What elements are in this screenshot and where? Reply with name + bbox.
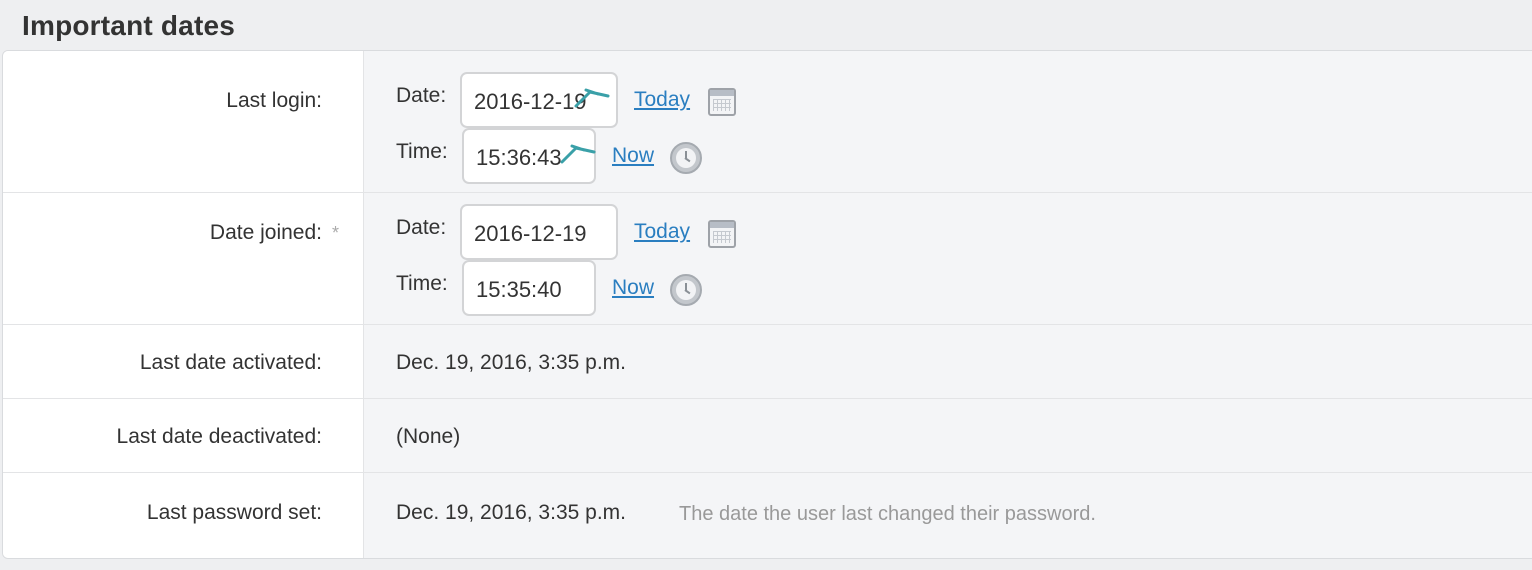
last-password-set-label: Last password set:: [146, 501, 322, 524]
required-marker: *: [332, 223, 340, 243]
date-label: Date:: [396, 216, 447, 239]
calendar-icon[interactable]: [708, 220, 736, 248]
time-label: Time:: [396, 272, 448, 295]
now-link[interactable]: Now: [612, 144, 654, 168]
date-label: Date:: [396, 84, 447, 107]
date-joined-date-line: Date: 2016-12-19 Today: [396, 204, 796, 260]
last-login-time-line: Time: 15:36:43 Now: [396, 128, 796, 184]
row-last-login: Last login: Date: 2016-12-19 Today Time:…: [3, 51, 1532, 193]
last-password-set-value: Dec. 19, 2016, 3:35 p.m.: [396, 501, 626, 524]
date-joined-label: Date joined:: [209, 221, 322, 244]
date-joined-date-input[interactable]: 2016-12-19: [460, 204, 618, 260]
date-joined-time-line: Time: 15:35:40 Now: [396, 260, 796, 316]
label-cell: Last password set:: [3, 473, 364, 558]
today-link[interactable]: Today: [634, 220, 690, 244]
calendar-icon[interactable]: [708, 88, 736, 116]
label-cell: Last date activated:: [3, 325, 364, 398]
row-last-password-set: Last password set: Dec. 19, 2016, 3:35 p…: [3, 473, 1532, 558]
important-dates-panel: Last login: Date: 2016-12-19 Today Time:…: [2, 50, 1532, 559]
label-cell: Last date deactivated:: [3, 399, 364, 472]
row-last-date-activated: Last date activated: Dec. 19, 2016, 3:35…: [3, 325, 1532, 399]
section-title: Important dates: [22, 10, 236, 41]
last-date-deactivated-label: Last date deactivated:: [116, 425, 322, 448]
autofill-key-icon: [560, 144, 596, 164]
last-login-label: Last login:: [226, 89, 322, 112]
last-login-date-line: Date: 2016-12-19 Today: [396, 72, 796, 128]
row-last-date-deactivated: Last date deactivated: (None): [3, 399, 1532, 473]
last-date-activated-label: Last date activated:: [139, 351, 322, 374]
label-cell: Date joined: *: [3, 193, 364, 324]
last-date-activated-value: Dec. 19, 2016, 3:35 p.m.: [396, 351, 626, 374]
help-text: The date the user last changed their pas…: [679, 503, 1096, 525]
autofill-key-icon: [574, 88, 610, 108]
row-date-joined: Date joined: * Date: 2016-12-19 Today Ti…: [3, 193, 1532, 325]
clock-icon[interactable]: [670, 142, 702, 174]
time-label: Time:: [396, 140, 448, 163]
date-joined-time-input[interactable]: 15:35:40: [462, 260, 596, 316]
label-cell: Last login:: [3, 51, 364, 192]
today-link[interactable]: Today: [634, 88, 690, 112]
clock-icon[interactable]: [670, 274, 702, 306]
now-link[interactable]: Now: [612, 276, 654, 300]
last-date-deactivated-value: (None): [396, 425, 461, 448]
